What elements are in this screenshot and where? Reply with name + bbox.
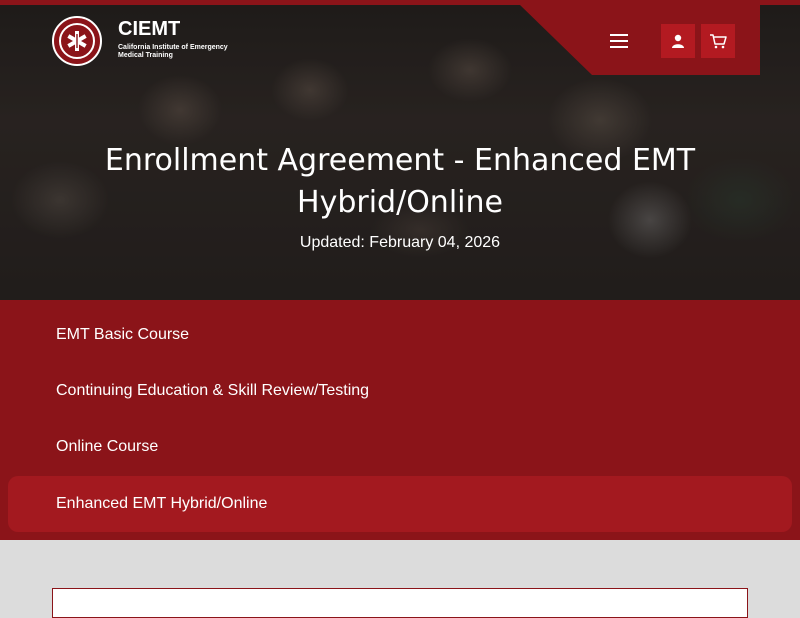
cart-button[interactable] [701, 24, 735, 58]
menu-item-enhanced-emt-hybrid-online[interactable]: Enhanced EMT Hybrid/Online [8, 476, 792, 532]
brand-name: CIEMT [118, 18, 181, 40]
star-of-life-icon [59, 23, 95, 59]
account-button[interactable] [661, 24, 695, 58]
content-card [52, 588, 748, 618]
menu-item-label: Online Course [56, 438, 159, 455]
hamburger-menu-button[interactable] [604, 26, 634, 56]
cart-icon [710, 34, 727, 49]
page-title: Enrollment Agreement - Enhanced EMT Hybr… [104, 143, 696, 220]
brand: CIEMT California Institute of Emergency … [118, 18, 238, 60]
menu-item-emt-basic-course[interactable]: EMT Basic Course [8, 307, 792, 363]
menu-item-label: Enhanced EMT Hybrid/Online [56, 495, 268, 512]
site-logo[interactable] [52, 16, 102, 66]
hamburger-menu-icon [610, 34, 628, 48]
menu-item-label: Continuing Education & Skill Review/Test… [56, 382, 370, 399]
menu-item-continuing-education[interactable]: Continuing Education & Skill Review/Test… [8, 363, 792, 419]
top-accent-bar [0, 0, 800, 5]
brand-subtitle: California Institute of Emergency Medica… [118, 44, 228, 59]
menu-item-label: EMT Basic Course [56, 326, 190, 343]
hero-text: Enrollment Agreement - Enhanced EMT Hybr… [0, 140, 800, 252]
menu-item-online-course[interactable]: Online Course [8, 419, 792, 475]
user-icon [672, 34, 684, 48]
course-menu: EMT Basic Course Continuing Education & … [0, 300, 800, 540]
updated-date: Updated: February 04, 2026 [299, 234, 501, 251]
